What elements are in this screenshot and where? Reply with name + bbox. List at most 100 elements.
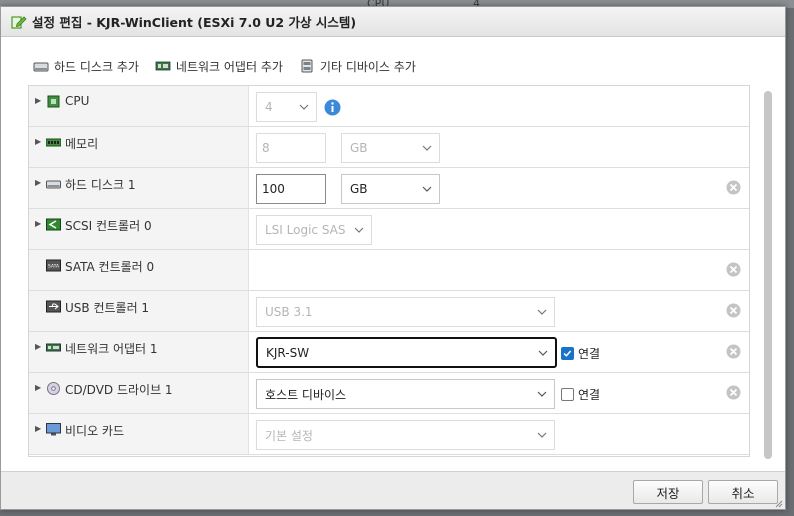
- chevron-down-icon: [354, 227, 364, 233]
- device-cell: ▶ 하드 디스크 1: [29, 168, 249, 208]
- memory-size-input[interactable]: 8: [256, 133, 326, 163]
- device-settings-cell: 기본 설정: [250, 414, 749, 454]
- device-label: 메모리: [65, 137, 99, 151]
- expand-caret-icon[interactable]: ▶: [35, 424, 41, 433]
- save-button[interactable]: 저장: [633, 480, 703, 504]
- add-hard-disk-button[interactable]: 하드 디스크 추가: [33, 58, 139, 75]
- cddvd-select[interactable]: 호스트 디바이스: [256, 379, 555, 409]
- device-settings-cell: 8 GB: [250, 127, 749, 167]
- cpu-select[interactable]: 4: [256, 92, 317, 122]
- vm-edit-icon: [11, 15, 27, 29]
- device-row-cddvd: ▶ CD/DVD 드라이브 1 호스트 디바이스 연결: [29, 373, 749, 414]
- hard-disk-icon: [33, 62, 49, 72]
- device-label: USB 컨트롤러 1: [65, 301, 150, 315]
- cancel-button[interactable]: 취소: [708, 480, 778, 504]
- device-settings-cell: 100 GB: [250, 168, 749, 208]
- add-network-adapter-button[interactable]: 네트워크 어댑터 추가: [155, 58, 283, 75]
- remove-device-icon[interactable]: [726, 344, 741, 359]
- checkbox-checked-icon[interactable]: [561, 347, 574, 360]
- chevron-down-icon: [422, 145, 432, 151]
- scsi-type-select[interactable]: LSI Logic SAS: [256, 215, 372, 245]
- device-row-network-adapter: ▶ 네트워크 어댑터 1 KJR-SW 연결: [29, 332, 749, 373]
- cddvd-value: 호스트 디바이스: [265, 387, 347, 402]
- sata-controller-icon: SATA: [46, 259, 61, 272]
- device-label: 하드 디스크 1: [65, 178, 136, 192]
- cpu-value: 4: [265, 100, 273, 114]
- chevron-down-icon: [299, 104, 309, 110]
- expand-caret-icon[interactable]: ▶: [35, 96, 41, 105]
- device-label: CD/DVD 드라이브 1: [65, 383, 173, 397]
- device-settings-cell: [250, 250, 749, 290]
- device-row-sata: SATA SATA 컨트롤러 0: [29, 250, 749, 291]
- device-settings-cell: KJR-SW 연결: [250, 332, 749, 372]
- chevron-down-icon: [538, 350, 548, 356]
- network-connect-checkbox[interactable]: 연결: [561, 345, 600, 362]
- edit-settings-dialog: 설정 편집 - KJR-WinClient (ESXi 7.0 U2 가상 시스…: [0, 6, 786, 510]
- add-network-adapter-label: 네트워크 어댑터 추가: [175, 59, 283, 74]
- device-cell: ▶ SCSI 컨트롤러 0: [29, 209, 249, 249]
- chevron-down-icon: [537, 432, 547, 438]
- device-row-hard-disk: ▶ 하드 디스크 1 100 GB: [29, 168, 749, 209]
- cd-dvd-icon: [47, 382, 60, 395]
- device-toolbar: 하드 디스크 추가 네트워크 어댑터 추가 기타 디바이스 추가: [33, 57, 416, 75]
- remove-device-icon[interactable]: [726, 385, 741, 400]
- device-row-memory: ▶ 메모리 8 GB: [29, 127, 749, 168]
- device-label: CPU: [65, 94, 90, 108]
- device-cell: USB 컨트롤러 1: [29, 291, 249, 331]
- device-settings-cell: LSI Logic SAS: [250, 209, 749, 249]
- expand-caret-icon[interactable]: ▶: [35, 342, 41, 351]
- dialog-titlebar[interactable]: 설정 편집 - KJR-WinClient (ESXi 7.0 U2 가상 시스…: [1, 7, 785, 37]
- hard-disk-unit-select[interactable]: GB: [341, 174, 440, 204]
- expand-caret-icon[interactable]: ▶: [35, 383, 41, 392]
- usb-controller-icon: [46, 300, 61, 313]
- network-select[interactable]: KJR-SW: [256, 337, 557, 368]
- device-row-cpu: ▶ CPU 4: [29, 86, 749, 127]
- device-settings-cell: 호스트 디바이스 연결: [250, 373, 749, 413]
- hard-disk-size-input[interactable]: 100: [256, 174, 326, 204]
- dialog-title: 설정 편집 - KJR-WinClient (ESXi 7.0 U2 가상 시스…: [32, 15, 357, 30]
- video-settings-select[interactable]: 기본 설정: [256, 420, 555, 450]
- device-label: SCSI 컨트롤러 0: [65, 219, 152, 233]
- remove-device-icon[interactable]: [726, 262, 741, 277]
- device-row-usb: USB 컨트롤러 1 USB 3.1: [29, 291, 749, 332]
- device-cell: ▶ CPU: [29, 86, 249, 126]
- device-cell: SATA SATA 컨트롤러 0: [29, 250, 249, 290]
- info-icon[interactable]: [324, 99, 341, 116]
- scrollbar-thumb[interactable]: [764, 91, 772, 459]
- memory-unit-select[interactable]: GB: [341, 133, 440, 163]
- expand-caret-icon[interactable]: ▶: [35, 219, 41, 228]
- hard-disk-size-value: 100: [262, 182, 285, 196]
- remove-device-icon[interactable]: [726, 180, 741, 195]
- remove-device-icon[interactable]: [726, 303, 741, 318]
- device-cell: ▶ 메모리: [29, 127, 249, 167]
- device-row-scsi: ▶ SCSI 컨트롤러 0 LSI Logic SAS: [29, 209, 749, 250]
- network-adapter-icon: [46, 343, 61, 352]
- add-hard-disk-label: 하드 디스크 추가: [54, 59, 139, 74]
- scsi-type-value: LSI Logic SAS: [265, 223, 346, 237]
- chevron-down-icon: [537, 309, 547, 315]
- memory-size-value: 8: [262, 141, 270, 155]
- device-settings-cell: USB 3.1: [250, 291, 749, 331]
- expand-caret-icon[interactable]: ▶: [35, 137, 41, 146]
- hard-disk-unit-value: GB: [350, 182, 368, 196]
- scsi-controller-icon: [46, 218, 61, 231]
- device-label: 비디오 카드: [65, 424, 125, 438]
- network-value: KJR-SW: [266, 345, 310, 360]
- usb-type-value: USB 3.1: [265, 305, 313, 319]
- other-device-icon: [301, 59, 313, 73]
- expand-caret-icon[interactable]: ▶: [35, 178, 41, 187]
- chevron-down-icon: [422, 186, 432, 192]
- memory-icon: [46, 138, 61, 147]
- cddvd-connect-checkbox[interactable]: 연결: [561, 386, 600, 403]
- usb-type-select[interactable]: USB 3.1: [256, 297, 555, 327]
- video-card-icon: [46, 423, 61, 436]
- vertical-scrollbar[interactable]: [763, 91, 773, 463]
- svg-text:SATA: SATA: [48, 264, 60, 270]
- checkbox-unchecked-icon[interactable]: [561, 388, 574, 401]
- device-row-video-card: ▶ 비디오 카드 기본 설정: [29, 414, 749, 455]
- device-settings-cell: 4: [250, 86, 749, 126]
- network-connect-label: 연결: [578, 347, 601, 361]
- resize-grip-icon[interactable]: [775, 500, 783, 508]
- add-other-device-button[interactable]: 기타 디바이스 추가: [299, 58, 416, 75]
- cddvd-connect-label: 연결: [578, 388, 601, 402]
